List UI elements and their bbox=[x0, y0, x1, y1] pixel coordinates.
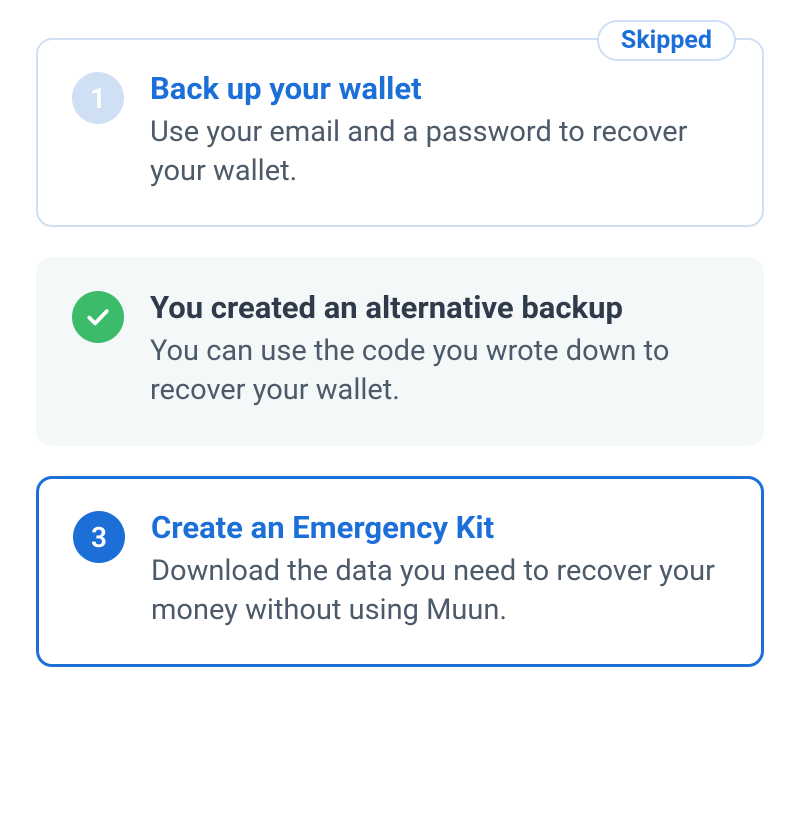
step-backup-wallet[interactable]: Skipped 1 Back up your wallet Use your e… bbox=[36, 38, 764, 227]
step-title: You created an alternative backup bbox=[150, 289, 728, 328]
status-badge-skipped: Skipped bbox=[597, 20, 736, 61]
step-number-badge: 1 bbox=[72, 72, 124, 124]
step-emergency-kit[interactable]: 3 Create an Emergency Kit Download the d… bbox=[36, 476, 764, 667]
step-title: Create an Emergency Kit bbox=[151, 509, 727, 548]
step-description: You can use the code you wrote down to r… bbox=[150, 332, 728, 410]
step-description: Use your email and a password to recover… bbox=[150, 113, 728, 191]
step-number-badge: 3 bbox=[73, 511, 125, 563]
checkmark-icon bbox=[72, 291, 124, 343]
step-content: Create an Emergency Kit Download the dat… bbox=[151, 509, 727, 630]
step-content: You created an alternative backup You ca… bbox=[150, 289, 728, 410]
step-description: Download the data you need to recover yo… bbox=[151, 552, 727, 630]
step-content: Back up your wallet Use your email and a… bbox=[150, 70, 728, 191]
step-title: Back up your wallet bbox=[150, 70, 728, 109]
security-steps-list: Skipped 1 Back up your wallet Use your e… bbox=[36, 38, 764, 667]
step-alternative-backup[interactable]: You created an alternative backup You ca… bbox=[36, 257, 764, 446]
